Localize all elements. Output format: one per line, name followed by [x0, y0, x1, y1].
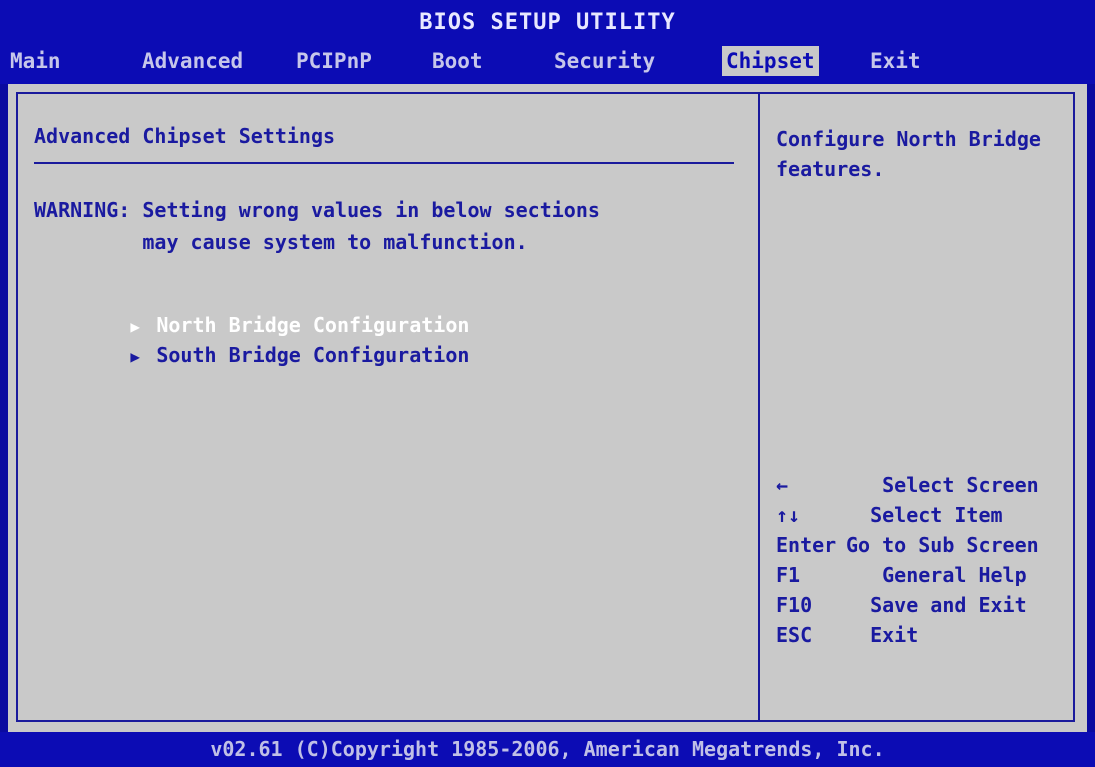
key-action: Select Item	[846, 503, 1003, 527]
key-action: General Help	[846, 563, 1027, 587]
app-title: BIOS SETUP UTILITY	[419, 10, 676, 35]
main-panel: Advanced Chipset Settings WARNING: Setti…	[8, 84, 1087, 732]
legend-row: ESC Exit	[776, 620, 1066, 650]
tab-exit[interactable]: Exit	[866, 46, 925, 76]
menu-item-south-bridge[interactable]: ▶ South Bridge Configuration	[34, 310, 469, 367]
key-label: F1	[776, 563, 801, 587]
content-frame: Advanced Chipset Settings WARNING: Setti…	[16, 92, 1075, 722]
tab-main[interactable]: Main	[6, 46, 65, 76]
tab-chipset[interactable]: Chipset	[722, 46, 819, 76]
legend-row: Enter Go to Sub Screen	[776, 530, 1066, 560]
legend-row: F10 Save and Exit	[776, 590, 1066, 620]
warning-line-2: may cause system to malfunction.	[34, 230, 528, 254]
key-action: Go to Sub Screen	[846, 533, 1039, 557]
section-heading: Advanced Chipset Settings	[34, 124, 336, 148]
settings-pane: Advanced Chipset Settings WARNING: Setti…	[34, 108, 744, 708]
menu-item-north-bridge[interactable]: ▶ North Bridge Configuration	[34, 280, 469, 337]
heading-divider	[34, 162, 734, 164]
tab-boot[interactable]: Boot	[428, 46, 487, 76]
help-text: Configure North Bridge features.	[776, 127, 1041, 181]
warning-text: WARNING: Setting wrong values in below s…	[34, 194, 600, 258]
help-pane: Configure North Bridge features. ← Selec…	[776, 108, 1066, 708]
key-label: ←	[776, 473, 789, 497]
legend-row: ← Select Screen	[776, 470, 1066, 500]
key-label: ↑↓	[776, 503, 801, 527]
menu-item-label: South Bridge Configuration	[156, 343, 470, 367]
key-label: Enter	[776, 533, 837, 557]
pane-divider	[758, 94, 760, 720]
key-legend: ← Select Screen ↑↓ Select Item Enter Go t…	[776, 470, 1066, 650]
copyright-footer: v02.61 (C)Copyright 1985-2006, American …	[0, 732, 1095, 767]
tab-bar: Main Advanced PCIPnP Boot Security Chips…	[0, 46, 1095, 78]
legend-row: ↑↓ Select Item	[776, 500, 1066, 530]
key-label: ESC	[776, 623, 813, 647]
submenu-arrow-icon: ▶	[130, 347, 140, 366]
tab-security[interactable]: Security	[550, 46, 659, 76]
key-action: Save and Exit	[846, 593, 1027, 617]
key-action: Select Screen	[846, 473, 1039, 497]
bios-header: BIOS SETUP UTILITY Main Advanced PCIPnP …	[0, 0, 1095, 84]
tab-pcipnp[interactable]: PCIPnP	[292, 46, 376, 76]
tab-advanced[interactable]: Advanced	[138, 46, 247, 76]
key-action: Exit	[846, 623, 919, 647]
warning-line-1: WARNING: Setting wrong values in below s…	[34, 198, 600, 222]
key-label: F10	[776, 593, 813, 617]
legend-row: F1 General Help	[776, 560, 1066, 590]
